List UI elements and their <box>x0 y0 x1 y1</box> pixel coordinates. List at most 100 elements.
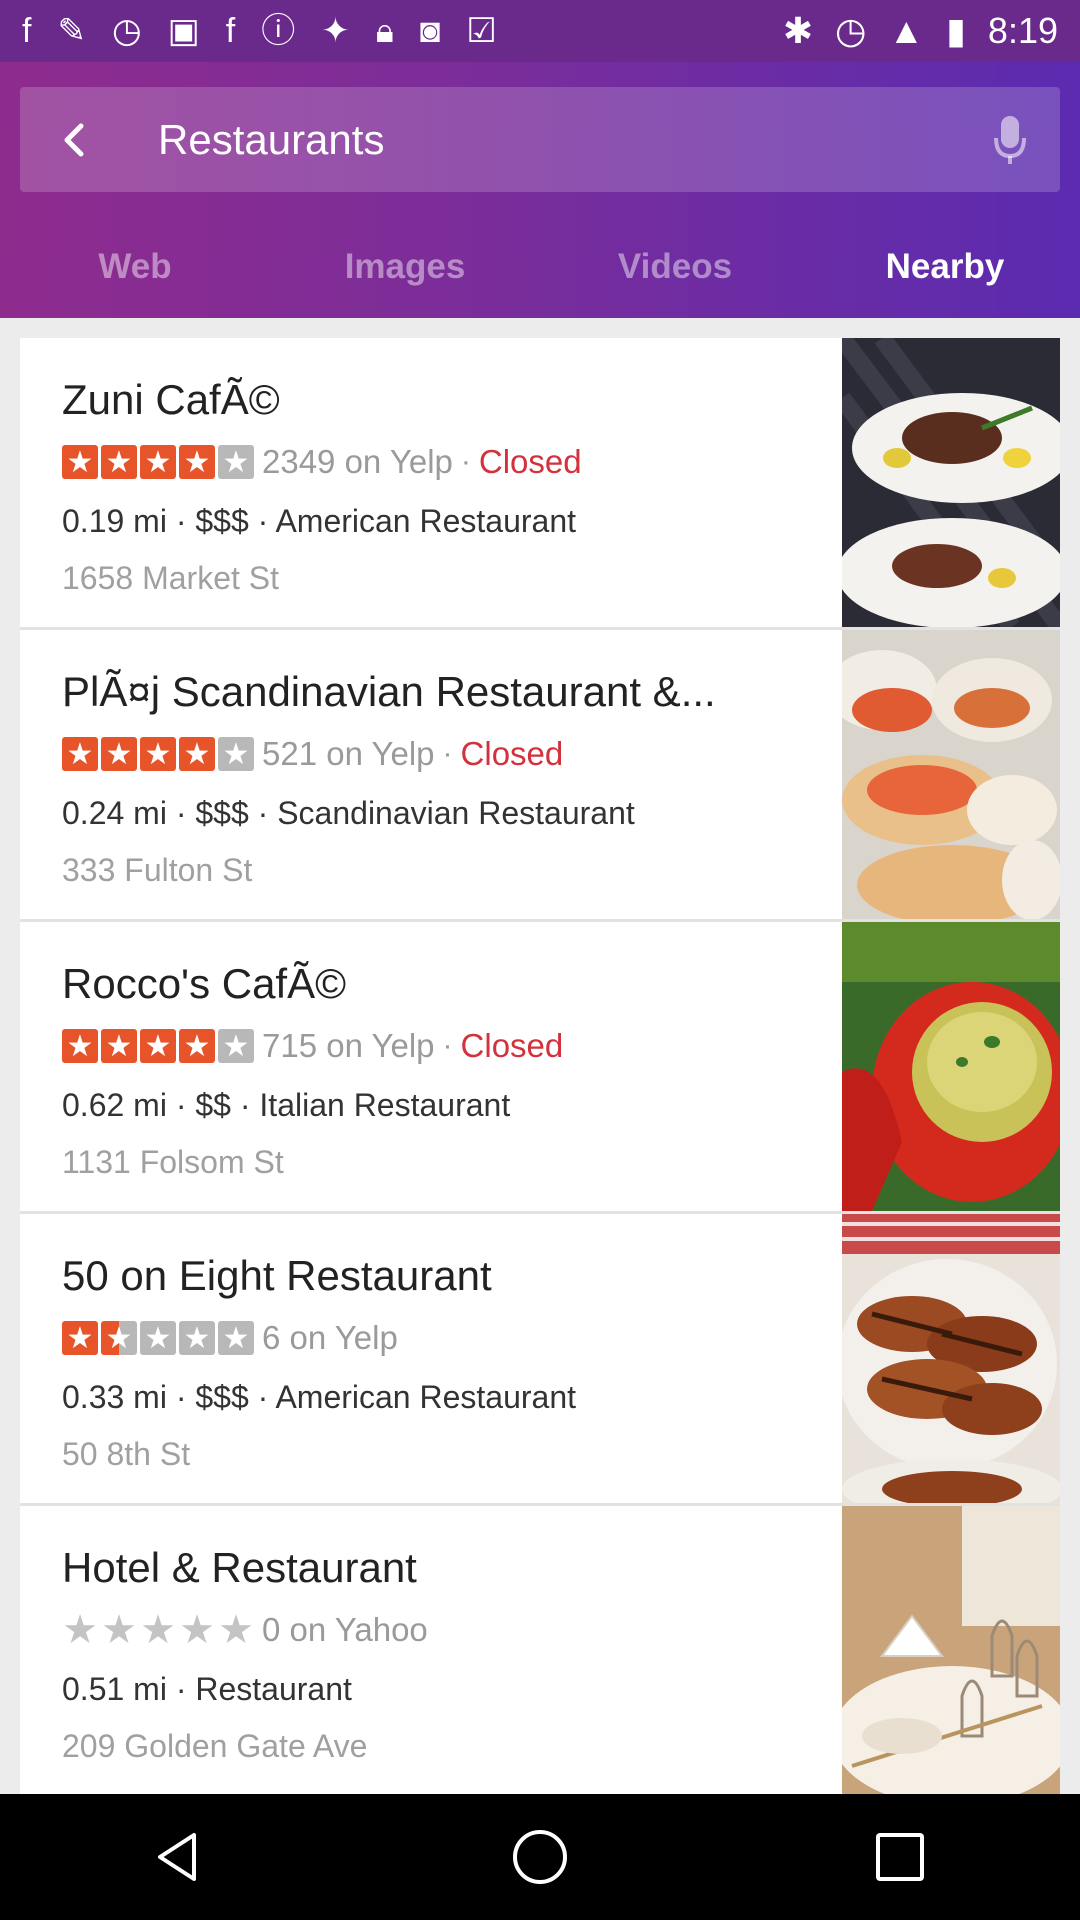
category: Restaurant <box>195 1671 352 1707</box>
facebook-icon: f <box>22 12 32 50</box>
restaurant-name: Hotel & Restaurant <box>62 1544 417 1591</box>
star-rating: ★ ★ ★ ★ ★ <box>62 737 254 771</box>
separator: · <box>175 1379 196 1415</box>
satellite-icon: ✦ <box>321 12 350 50</box>
rating-row: ★ ★ ★ ★ ★ 0 on Yahoo <box>62 1608 428 1652</box>
star-icon: ★ <box>101 737 137 771</box>
lock-icon: 🔒︎ <box>375 12 394 50</box>
separator: · <box>239 1087 260 1123</box>
list-item[interactable]: Zuni CafÃ© ★ ★ ★ ★ ★ 2349 on Yelp · Clos… <box>20 338 1060 630</box>
price-level: $$$ <box>195 503 249 539</box>
star-icon: ★ <box>179 737 215 771</box>
price-level: $$ <box>195 1087 231 1123</box>
open-status: Closed <box>460 735 564 772</box>
nav-recents-button[interactable] <box>840 1797 960 1917</box>
separator: · <box>175 503 196 539</box>
nav-home-icon <box>513 1830 567 1884</box>
restaurant-photo[interactable] <box>842 1506 1060 1794</box>
separator: · <box>257 795 278 831</box>
review-count: 6 on Yelp <box>262 1319 398 1356</box>
meta-row: 0.51 mi · Restaurant <box>62 1671 352 1708</box>
list-item[interactable]: 50 on Eight Restaurant ★ ★ ★ ★ ★ 6 on Ye… <box>20 1214 1060 1506</box>
star-icon: ★ <box>218 737 254 771</box>
tab-videos[interactable]: Videos <box>540 222 810 312</box>
category: Italian Restaurant <box>259 1087 511 1123</box>
restaurant-photo[interactable] <box>842 922 1060 1211</box>
star-icon: ★ <box>62 737 98 771</box>
system-nav-bar <box>0 1794 1080 1920</box>
tab-images[interactable]: Images <box>270 222 540 312</box>
separator: · <box>442 1029 453 1062</box>
signal-icon: ▲ <box>888 10 925 51</box>
star-rating: ★ ★ ★ ★ ★ <box>62 1321 254 1355</box>
info-icon: ⓘ <box>261 12 296 50</box>
list-item[interactable]: PlÃ¤j Scandinavian Restaurant &... ★ ★ ★… <box>20 630 1060 922</box>
address: 209 Golden Gate Ave <box>62 1728 368 1764</box>
restaurant-name: Zuni CafÃ© <box>62 376 280 423</box>
voice-search-button[interactable] <box>960 87 1060 192</box>
star-icon: ★ <box>179 1608 215 1652</box>
star-icon: ★ <box>218 1029 254 1063</box>
category: American Restaurant <box>275 503 577 539</box>
address: 1658 Market St <box>62 560 279 596</box>
tab-web[interactable]: Web <box>0 222 270 312</box>
results-list: Zuni CafÃ© ★ ★ ★ ★ ★ 2349 on Yelp · Clos… <box>20 338 1060 1794</box>
star-icon: ★ <box>101 445 137 479</box>
star-icon: ★ <box>218 1321 254 1355</box>
star-icon: ★ <box>101 1608 137 1652</box>
search-tabs: Web Images Videos Nearby <box>0 222 1080 312</box>
star-icon: ★ <box>140 1029 176 1063</box>
microphone-icon <box>994 115 1026 164</box>
search-input[interactable]: Restaurants <box>158 116 960 164</box>
meta-row: 0.62 mi · $$ · Italian Restaurant <box>62 1087 510 1124</box>
gallery-icon: ▣ <box>167 12 200 50</box>
separator: · <box>442 737 453 770</box>
price-level: $$$ <box>195 795 249 831</box>
robot-icon: ◙ <box>419 12 441 50</box>
star-icon: ★ <box>140 1608 176 1652</box>
nav-back-button[interactable] <box>120 1797 240 1917</box>
star-icon: ★ <box>218 1608 254 1652</box>
restaurant-photo[interactable] <box>842 1214 1060 1503</box>
separator: · <box>257 503 276 539</box>
star-icon: ★ <box>140 737 176 771</box>
meta-row: 0.19 mi · $$$ · American Restaurant <box>62 503 576 540</box>
star-rating: ★ ★ ★ ★ ★ <box>62 445 254 479</box>
tab-nearby[interactable]: Nearby <box>810 222 1080 312</box>
rating-row: ★ ★ ★ ★ ★ 521 on Yelp · Closed <box>62 735 563 773</box>
star-rating: ★ ★ ★ ★ ★ <box>62 1608 254 1652</box>
distance: 0.62 mi <box>62 1087 167 1123</box>
nav-home-button[interactable] <box>480 1797 600 1917</box>
review-count: 715 on Yelp <box>262 1027 435 1064</box>
address: 1131 Folsom St <box>62 1144 284 1180</box>
notification-icons: f ✎ ◷ ▣ f ⓘ ✦ 🔒︎ ◙ ☑ <box>22 14 497 48</box>
rating-row: ★ ★ ★ ★ ★ 715 on Yelp · Closed <box>62 1027 563 1065</box>
distance: 0.51 mi <box>62 1671 167 1707</box>
distance: 0.24 mi <box>62 795 167 831</box>
address: 50 8th St <box>62 1436 191 1472</box>
star-icon: ★ <box>140 445 176 479</box>
separator: · <box>257 1379 276 1415</box>
star-icon: ★ <box>179 445 215 479</box>
search-bar[interactable]: Restaurants <box>20 87 1060 192</box>
list-item[interactable]: Rocco's CafÃ© ★ ★ ★ ★ ★ 715 on Yelp · Cl… <box>20 922 1060 1214</box>
back-arrow-icon <box>64 123 84 156</box>
distance: 0.33 mi <box>62 1379 167 1415</box>
header: Restaurants Web Images Videos Nearby <box>0 62 1080 318</box>
list-item[interactable]: Hotel & Restaurant ★ ★ ★ ★ ★ 0 on Yahoo … <box>20 1506 1060 1794</box>
star-icon: ★ <box>62 1321 98 1355</box>
restaurant-name: 50 on Eight Restaurant <box>62 1252 492 1299</box>
star-icon: ★ <box>218 445 254 479</box>
review-count: 2349 on Yelp <box>262 443 453 480</box>
meta-row: 0.33 mi · $$$ · American Restaurant <box>62 1379 576 1416</box>
price-level: $$$ <box>195 1379 249 1415</box>
alarm-icon: ◷ <box>111 12 142 50</box>
address: 333 Fulton St <box>62 852 253 888</box>
review-count: 521 on Yelp <box>262 735 435 772</box>
restaurant-photo[interactable] <box>842 338 1060 627</box>
back-button[interactable] <box>20 87 130 192</box>
open-status: Closed <box>460 1027 564 1064</box>
clock-icon: ◷ <box>835 10 867 51</box>
separator: · <box>175 795 196 831</box>
restaurant-photo[interactable] <box>842 630 1060 919</box>
